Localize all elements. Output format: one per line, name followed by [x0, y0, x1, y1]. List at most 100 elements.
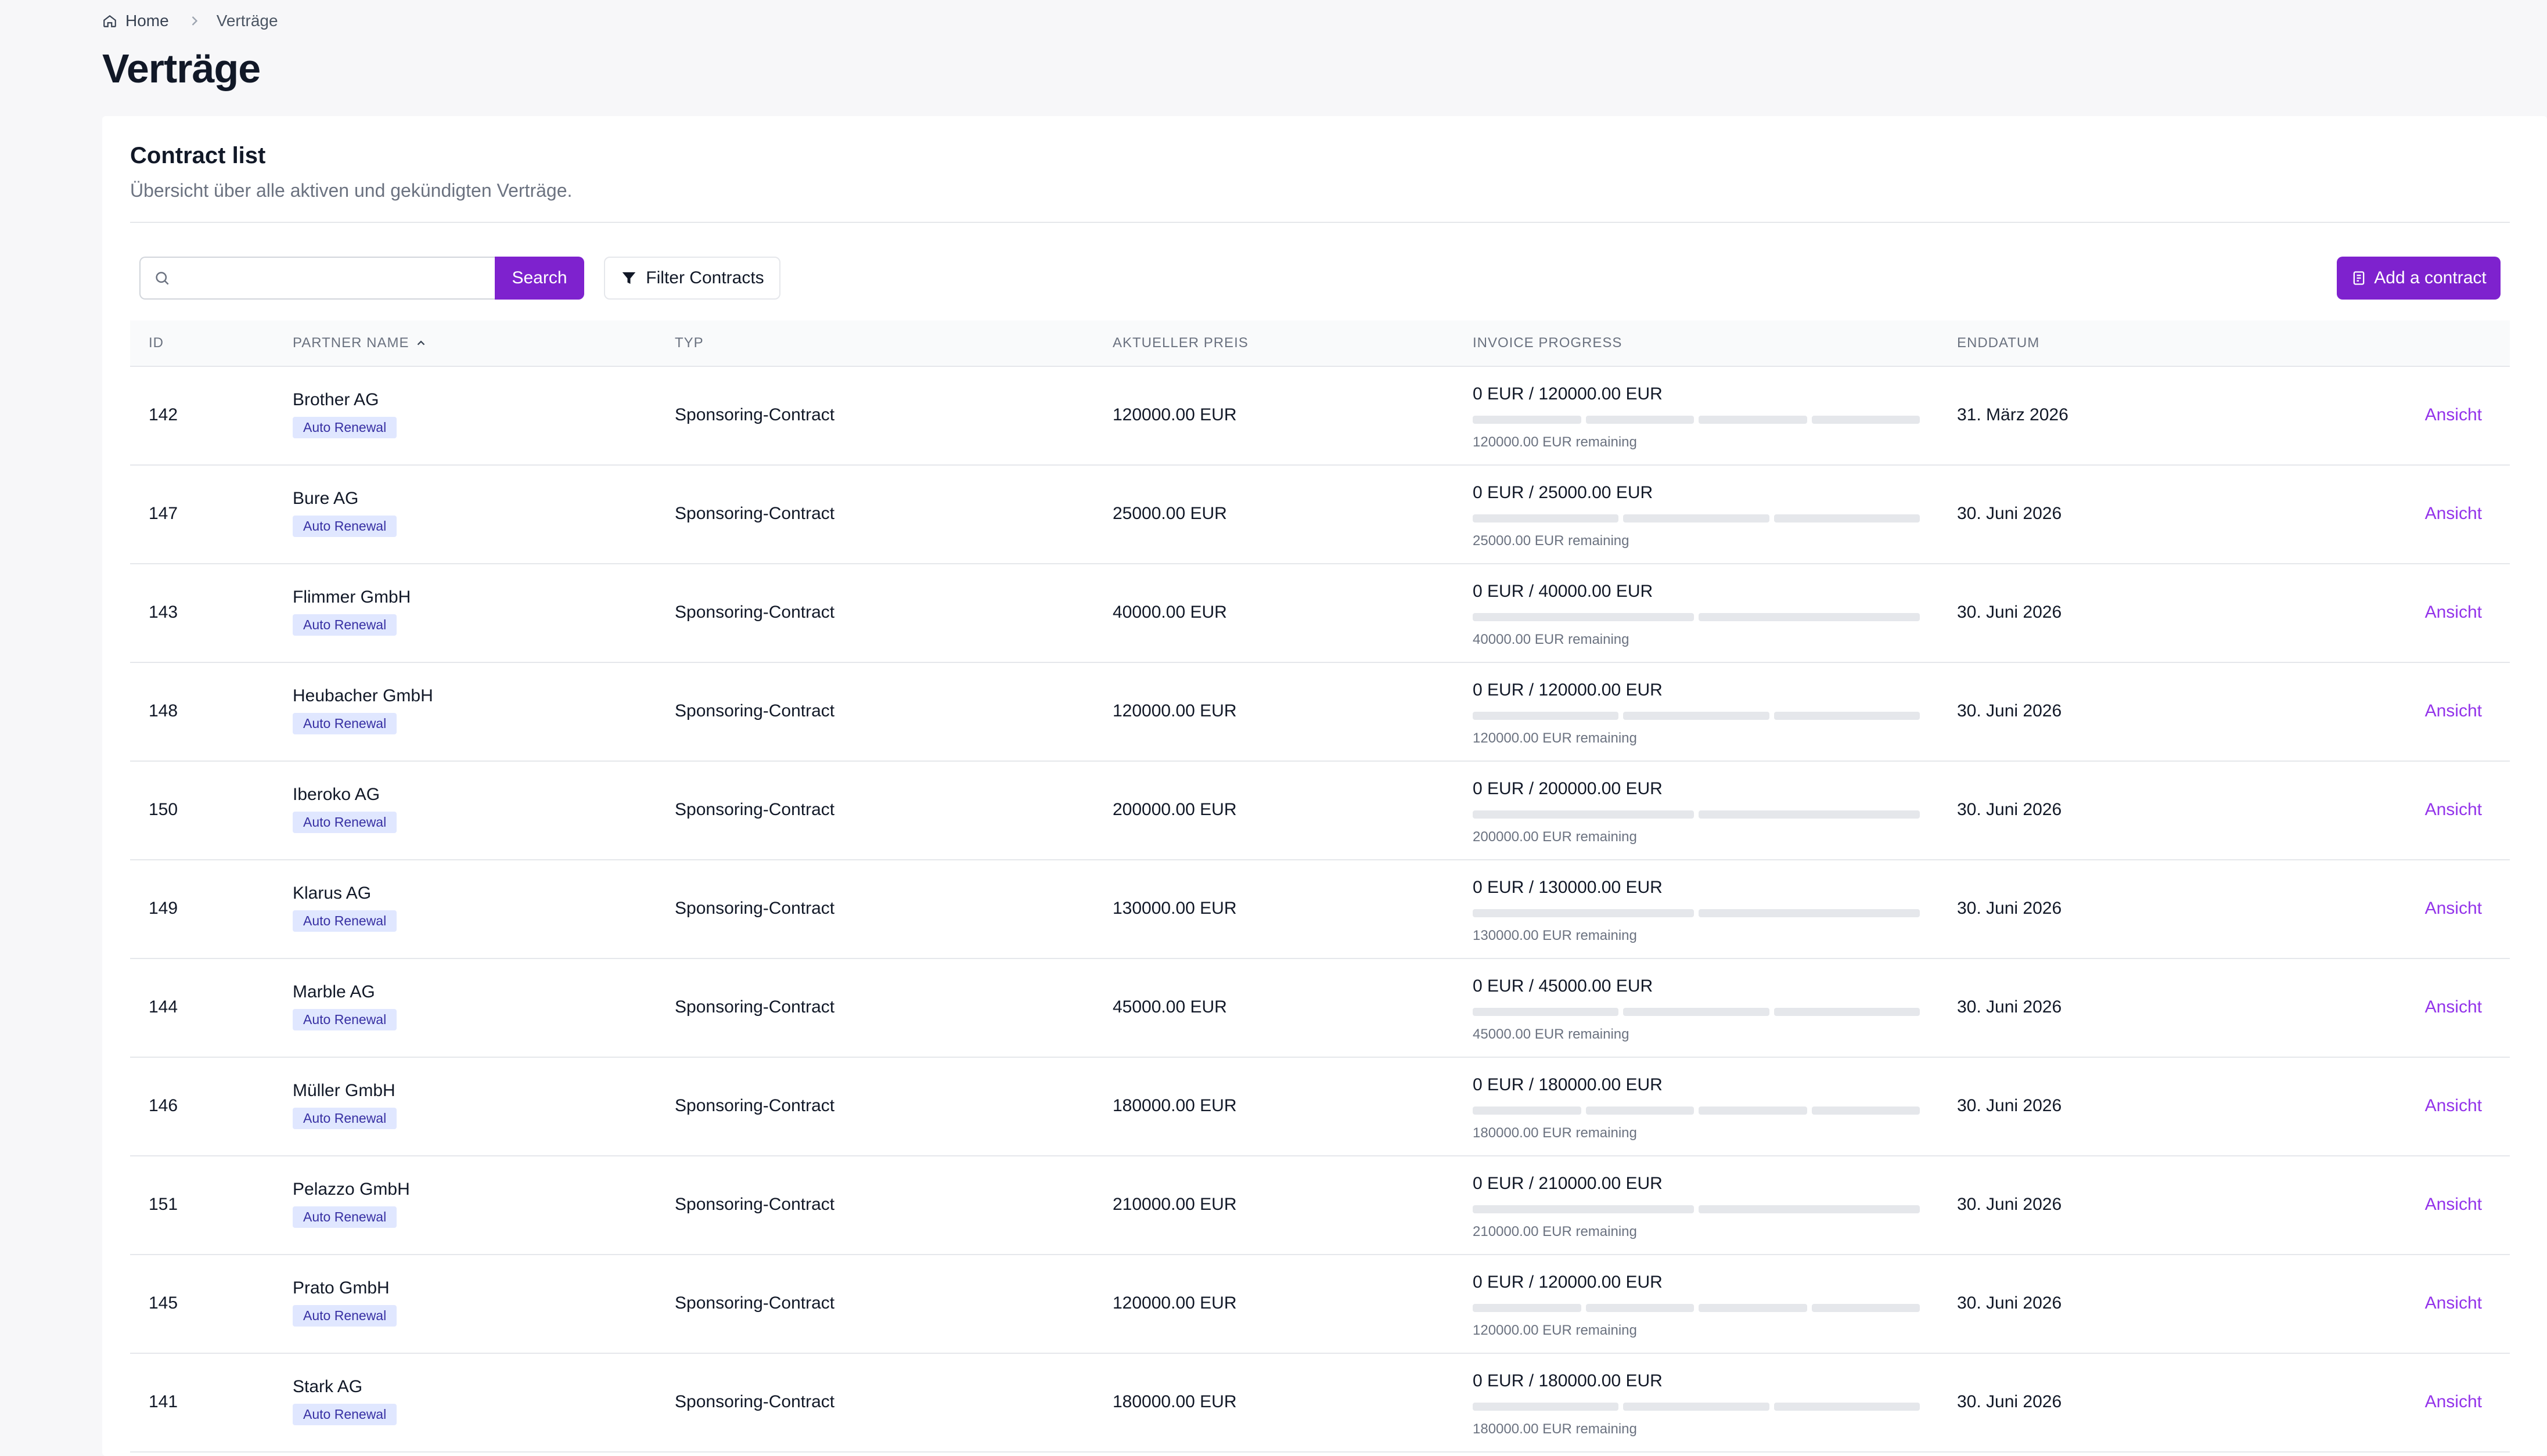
contract-id: 148 [149, 701, 178, 720]
table-row: 148 Heubacher GmbH Auto Renewal Sponsori… [130, 663, 2510, 762]
filter-contracts-label: Filter Contracts [646, 268, 764, 287]
contract-type: Sponsoring-Contract [675, 504, 835, 523]
chevron-right-icon [186, 13, 203, 29]
current-price: 180000.00 EUR [1113, 1392, 1237, 1411]
view-contract-link[interactable]: Ansicht [2425, 1392, 2482, 1412]
view-contract-link[interactable]: Ansicht [2425, 1195, 2482, 1214]
auto-renewal-badge: Auto Renewal [293, 1404, 397, 1425]
contract-type: Sponsoring-Contract [675, 1293, 835, 1313]
progress-segment [1623, 1008, 1769, 1016]
end-date: 31. März 2026 [1957, 405, 2068, 424]
search-field[interactable] [139, 257, 495, 300]
home-icon[interactable] [102, 13, 117, 28]
invoice-progress: 0 EUR / 40000.00 EUR 40000.00 EUR remain… [1473, 582, 1920, 648]
table-row: 146 Müller GmbH Auto Renewal Sponsoring-… [130, 1058, 2510, 1156]
column-header-type[interactable]: TYP [675, 320, 704, 366]
column-header-end-date[interactable]: ENDDATUM [1957, 320, 2039, 366]
contract-type: Sponsoring-Contract [675, 701, 835, 720]
progress-segment [1473, 1304, 1581, 1312]
view-contract-link[interactable]: Ansicht [2425, 1096, 2482, 1116]
progress-segment [1811, 416, 1920, 424]
contract-id: 146 [149, 1096, 178, 1115]
invoice-progress: 0 EUR / 180000.00 EUR 180000.00 EUR rema… [1473, 1371, 1920, 1437]
current-price: 200000.00 EUR [1113, 800, 1237, 819]
contract-id: 141 [149, 1392, 178, 1411]
auto-renewal-badge: Auto Renewal [293, 812, 397, 833]
invoice-progress: 0 EUR / 200000.00 EUR 200000.00 EUR rema… [1473, 779, 1920, 845]
invoice-progress-text: 0 EUR / 25000.00 EUR [1473, 483, 1653, 502]
end-date: 30. Juni 2026 [1957, 504, 2062, 523]
add-contract-button[interactable]: Add a contract [2337, 257, 2501, 300]
partner-cell: Klarus AG Auto Renewal [293, 884, 397, 932]
progress-segment [1699, 909, 1920, 917]
invoice-progress-bar [1473, 514, 1920, 522]
partner-cell: Brother AG Auto Renewal [293, 390, 397, 438]
invoice-progress-bar [1473, 810, 1920, 819]
contract-type: Sponsoring-Contract [675, 1195, 835, 1214]
view-contract-link[interactable]: Ansicht [2425, 405, 2482, 425]
view-contract-link[interactable]: Ansicht [2425, 997, 2482, 1017]
progress-segment [1773, 514, 1920, 522]
table-row: 144 Marble AG Auto Renewal Sponsoring-Co… [130, 959, 2510, 1058]
progress-segment [1473, 1107, 1581, 1115]
progress-segment [1699, 1205, 1920, 1213]
contract-type: Sponsoring-Contract [675, 800, 835, 819]
progress-segment [1773, 712, 1920, 720]
view-contract-link[interactable]: Ansicht [2425, 504, 2482, 524]
search-input[interactable] [178, 260, 495, 296]
column-header-price[interactable]: AKTUELLER PREIS [1113, 320, 1249, 366]
view-contract-link[interactable]: Ansicht [2425, 899, 2482, 918]
table-row: 147 Bure AG Auto Renewal Sponsoring-Cont… [130, 466, 2510, 564]
invoice-progress-bar [1473, 1205, 1920, 1213]
filter-contracts-button[interactable]: Filter Contracts [604, 257, 780, 300]
auto-renewal-badge: Auto Renewal [293, 1108, 397, 1129]
view-contract-link[interactable]: Ansicht [2425, 800, 2482, 820]
progress-segment [1623, 514, 1769, 522]
contract-id: 143 [149, 603, 178, 622]
contract-id: 145 [149, 1293, 178, 1313]
progress-segment [1473, 1403, 1619, 1411]
remaining-amount: 120000.00 EUR remaining [1473, 434, 1637, 450]
invoice-progress-text: 0 EUR / 120000.00 EUR [1473, 680, 1663, 700]
contract-id: 147 [149, 504, 178, 523]
contract-id: 151 [149, 1195, 178, 1214]
partner-cell: Heubacher GmbH Auto Renewal [293, 686, 433, 734]
view-contract-link[interactable]: Ansicht [2425, 603, 2482, 622]
view-contract-link[interactable]: Ansicht [2425, 701, 2482, 721]
end-date: 30. Juni 2026 [1957, 1096, 2062, 1115]
column-header-partner-name[interactable]: PARTNER NAME [293, 320, 427, 366]
invoice-progress-text: 0 EUR / 40000.00 EUR [1473, 582, 1653, 601]
end-date: 30. Juni 2026 [1957, 701, 2062, 720]
invoice-progress-bar [1473, 1403, 1920, 1411]
end-date: 30. Juni 2026 [1957, 800, 2062, 819]
invoice-progress: 0 EUR / 210000.00 EUR 210000.00 EUR rema… [1473, 1174, 1920, 1240]
partner-name: Klarus AG [293, 884, 372, 903]
invoice-progress-text: 0 EUR / 120000.00 EUR [1473, 384, 1663, 403]
remaining-amount: 180000.00 EUR remaining [1473, 1125, 1637, 1141]
column-header-id[interactable]: ID [149, 320, 164, 366]
contract-type: Sponsoring-Contract [675, 405, 835, 424]
partner-cell: Prato GmbH Auto Renewal [293, 1278, 397, 1327]
invoice-progress-text: 0 EUR / 210000.00 EUR [1473, 1174, 1663, 1193]
remaining-amount: 130000.00 EUR remaining [1473, 928, 1637, 943]
column-header-invoice-progress[interactable]: INVOICE PROGRESS [1473, 320, 1622, 366]
partner-cell: Iberoko AG Auto Renewal [293, 785, 397, 833]
invoice-progress-text: 0 EUR / 45000.00 EUR [1473, 976, 1653, 996]
progress-segment [1473, 1008, 1619, 1016]
contract-id: 149 [149, 899, 178, 918]
table-row: 143 Flimmer GmbH Auto Renewal Sponsoring… [130, 564, 2510, 663]
view-contract-link[interactable]: Ansicht [2425, 1293, 2482, 1313]
progress-segment [1623, 712, 1769, 720]
contract-type: Sponsoring-Contract [675, 603, 835, 622]
current-price: 120000.00 EUR [1113, 1293, 1237, 1313]
breadcrumb-home-link[interactable]: Home [125, 12, 169, 30]
search-button[interactable]: Search [495, 257, 584, 300]
progress-segment [1473, 712, 1619, 720]
breadcrumb: Home Verträge [102, 10, 278, 31]
invoice-progress-bar [1473, 1008, 1920, 1016]
partner-name: Bure AG [293, 489, 359, 508]
current-price: 180000.00 EUR [1113, 1096, 1237, 1115]
invoice-progress-text: 0 EUR / 180000.00 EUR [1473, 1075, 1663, 1094]
contract-id: 150 [149, 800, 178, 819]
partner-name: Flimmer GmbH [293, 588, 411, 607]
